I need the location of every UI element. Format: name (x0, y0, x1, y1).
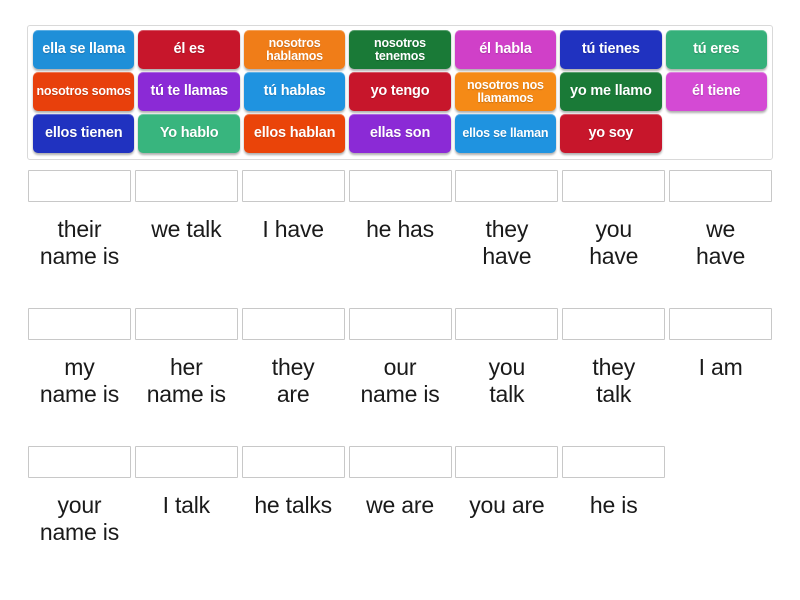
dropzone[interactable] (241, 170, 345, 202)
dropzone[interactable] (27, 446, 131, 478)
draggable-tile[interactable]: yo soy (560, 114, 662, 153)
dropzone[interactable] (669, 308, 773, 340)
answer-label: we have (696, 216, 746, 270)
tile-bank-row: ella se llama él es nosotros hablamos no… (31, 30, 769, 71)
dropzone[interactable] (455, 170, 559, 202)
draggable-tile[interactable]: ellos se llaman (454, 114, 557, 153)
dropzone[interactable] (455, 446, 559, 478)
dropzone[interactable] (562, 308, 666, 340)
draggable-tile[interactable]: yo me llamo (560, 72, 662, 111)
draggable-tile[interactable]: nosotros nos llamamos (454, 72, 557, 111)
draggable-tile[interactable]: él habla (454, 30, 557, 69)
draggable-tile[interactable]: tú tienes (560, 30, 662, 69)
draggable-tile[interactable]: ellos tienen (33, 114, 135, 153)
draggable-tile[interactable]: nosotros hablamos (243, 30, 346, 69)
answer-row: their name is we talk I have he has they… (27, 170, 773, 270)
answer-column: my name is (27, 308, 132, 408)
dropzone[interactable] (348, 308, 452, 340)
answer-label: we talk (151, 216, 222, 242)
answer-column (668, 446, 773, 546)
tile-bank-row: nosotros somos tú te llamas tú hablas yo… (31, 72, 769, 113)
draggable-tile[interactable]: nosotros tenemos (349, 30, 451, 69)
draggable-tile[interactable]: tú eres (665, 30, 767, 69)
answer-row: my name is her name is they are our name… (27, 308, 773, 408)
dropzone[interactable] (241, 308, 345, 340)
tile-bank-empty-slot (666, 114, 767, 153)
dropzone[interactable] (27, 308, 131, 340)
draggable-tile[interactable]: ellas son (349, 114, 451, 153)
answer-column: they are (241, 308, 346, 408)
answer-label: they talk (592, 354, 636, 408)
tile-bank: ella se llama él es nosotros hablamos no… (27, 25, 773, 160)
answer-column: you have (561, 170, 666, 270)
dropzone[interactable] (669, 170, 773, 202)
dropzone[interactable] (348, 170, 452, 202)
draggable-tile[interactable]: tú hablas (243, 72, 346, 111)
answer-label: he talks (254, 492, 332, 518)
dropzone[interactable] (455, 308, 559, 340)
answer-column: they talk (561, 308, 666, 408)
answer-label: they are (271, 354, 315, 408)
dropzone-empty (669, 446, 772, 478)
dropzone[interactable] (241, 446, 345, 478)
draggable-tile[interactable]: ellos hablan (243, 114, 346, 153)
answer-column: he talks (241, 446, 346, 546)
answer-column: your name is (27, 446, 132, 546)
answer-column: you talk (454, 308, 559, 408)
answer-column: we have (668, 170, 773, 270)
answer-column: you are (454, 446, 559, 546)
match-up-activity: ella se llama él es nosotros hablamos no… (0, 0, 800, 600)
dropzone[interactable] (134, 170, 238, 202)
dropzone[interactable] (134, 308, 238, 340)
dropzone[interactable] (562, 170, 666, 202)
answer-column: I am (668, 308, 773, 408)
dropzone[interactable] (562, 446, 666, 478)
answer-label: my name is (39, 354, 119, 408)
answer-column: we are (348, 446, 453, 546)
answer-label: we are (366, 492, 434, 518)
answer-label: their name is (39, 216, 119, 270)
dropzone[interactable] (348, 446, 452, 478)
dropzone[interactable] (27, 170, 131, 202)
tile-bank-row: ellos tienen Yo hablo ellos hablan ellas… (31, 114, 769, 155)
draggable-tile[interactable]: nosotros somos (33, 72, 135, 111)
dropzone[interactable] (134, 446, 238, 478)
answer-label: I am (698, 354, 743, 380)
answer-column: he has (348, 170, 453, 270)
answer-column: I talk (134, 446, 239, 546)
answer-column: he is (561, 446, 666, 546)
draggable-tile[interactable]: Yo hablo (138, 114, 240, 153)
answer-label: I have (262, 216, 324, 242)
answer-column: her name is (134, 308, 239, 408)
draggable-tile[interactable]: tú te llamas (138, 72, 240, 111)
draggable-tile[interactable]: él tiene (665, 72, 767, 111)
answer-label: you talk (488, 354, 526, 408)
answer-label: he is (589, 492, 638, 518)
answer-label: I talk (162, 492, 211, 518)
draggable-tile[interactable]: él es (138, 30, 240, 69)
answer-label: you are (469, 492, 545, 518)
answer-column: their name is (27, 170, 132, 270)
answer-label: he has (366, 216, 434, 242)
answer-label: your name is (39, 492, 119, 546)
answer-label: they have (482, 216, 532, 270)
answer-column: we talk (134, 170, 239, 270)
answer-label: our name is (360, 354, 440, 408)
answer-column: our name is (348, 308, 453, 408)
answer-column: I have (241, 170, 346, 270)
answer-column: they have (454, 170, 559, 270)
answer-label: her name is (146, 354, 226, 408)
draggable-tile[interactable]: ella se llama (33, 30, 135, 69)
draggable-tile[interactable]: yo tengo (349, 72, 451, 111)
answer-row: your name is I talk he talks we are you … (27, 446, 773, 546)
answer-label: you have (589, 216, 639, 270)
